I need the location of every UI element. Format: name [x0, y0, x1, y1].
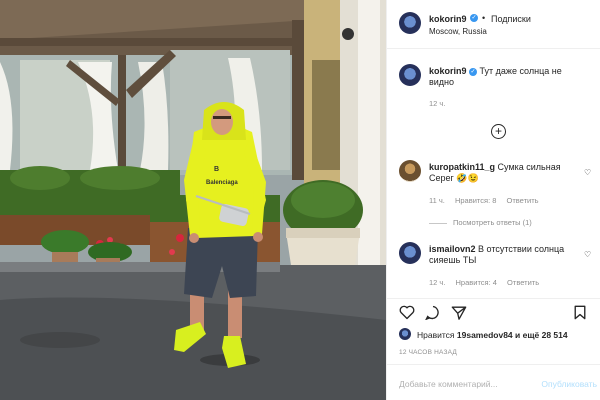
comment-meta: 11 ч. Нравится: 8 Ответить: [429, 196, 547, 205]
caption: kokorin9 ✓ Тут даже солнца не видно: [429, 66, 589, 88]
likes-prefix: Нравится: [417, 330, 455, 340]
separator-dot: •: [482, 13, 486, 23]
bookmark-icon[interactable]: [573, 305, 587, 320]
liker-username[interactable]: 19samedov84: [457, 330, 513, 340]
author-avatar[interactable]: [399, 12, 421, 34]
comment-heart-icon[interactable]: ♡: [584, 168, 591, 177]
comment: ismailovn2 В отсутствии солнца сияешь ТЫ: [429, 244, 579, 266]
comment-username[interactable]: ismailovn2: [429, 244, 476, 254]
photo-illustration: B Balenciaga: [0, 0, 386, 400]
share-icon[interactable]: [451, 305, 467, 320]
comment-likes[interactable]: Нравится: 4: [456, 278, 497, 287]
comment-meta: 12 ч. Нравится: 4 Ответить: [429, 278, 547, 287]
post-location[interactable]: Moscow, Russia: [429, 27, 487, 36]
comment: kuropatkin11_g Сумка сильная Серег 🤣😉: [429, 162, 579, 184]
reply-button[interactable]: Ответить: [507, 196, 539, 205]
verified-badge-icon: ✓: [470, 14, 478, 22]
comment-time: 12 ч.: [429, 278, 446, 287]
post-timestamp: 12 ЧАСОВ НАЗАД: [399, 349, 457, 356]
svg-text:B: B: [214, 166, 219, 173]
action-bar: [387, 298, 600, 324]
comment-avatar[interactable]: [399, 160, 421, 182]
verified-badge-icon: ✓: [469, 67, 478, 76]
caption-username[interactable]: kokorin9: [429, 66, 467, 76]
reply-button[interactable]: Ответить: [507, 278, 539, 287]
caption-time: 12 ч.: [429, 99, 446, 108]
comment-icon[interactable]: [425, 305, 441, 320]
publish-button[interactable]: Опубликовать: [541, 379, 597, 389]
view-replies-link[interactable]: Посмотреть ответы (1): [429, 218, 532, 227]
likes-summary: Нравится 19samedov84 и ещё 28 514: [417, 330, 568, 340]
comment-form: Добавьте комментарий... Опубликовать: [387, 364, 600, 400]
comment-avatar[interactable]: [399, 242, 421, 264]
hoodie-logo-text: Balenciaga: [206, 180, 238, 186]
caption-avatar[interactable]: [399, 64, 421, 86]
post-header: kokorin9 ✓ • Подписки Moscow, Russia: [387, 0, 600, 49]
heart-icon[interactable]: [399, 305, 415, 320]
author-username[interactable]: kokorin9: [429, 14, 467, 24]
comment-likes[interactable]: Нравится: 8: [455, 196, 496, 205]
comment-heart-icon[interactable]: ♡: [584, 250, 591, 259]
post-sidebar: kokorin9 ✓ • Подписки Moscow, Russia kok…: [386, 0, 600, 400]
following-button[interactable]: Подписки: [491, 14, 531, 24]
liker-avatar[interactable]: [399, 328, 411, 340]
comment-username[interactable]: kuropatkin11_g: [429, 162, 495, 172]
likes-count[interactable]: и ещё 28 514: [515, 330, 568, 340]
post-photo[interactable]: B Balenciaga: [0, 0, 386, 400]
plus-circle-icon[interactable]: +: [491, 124, 506, 139]
comment-time: 11 ч.: [429, 196, 445, 205]
comment-input[interactable]: Добавьте комментарий...: [399, 379, 498, 389]
